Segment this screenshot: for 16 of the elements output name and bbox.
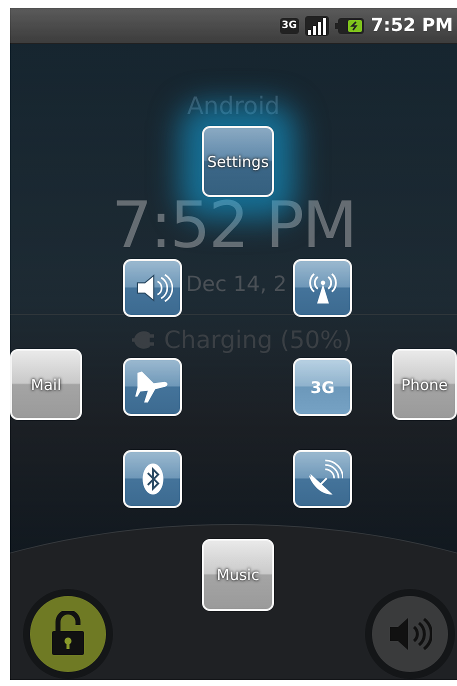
shortcut-tile[interactable]: Music [202, 539, 274, 611]
signal-icon [304, 16, 329, 36]
battery-icon [334, 16, 365, 34]
status-time: 7:52 PM [370, 15, 453, 36]
shortcut-tile[interactable]: Phone [392, 349, 457, 420]
network-type-icon: 3G [280, 18, 299, 34]
clock-time: 7:52 PM [110, 194, 356, 258]
toggle-tile[interactable] [293, 450, 352, 508]
toggle-tile[interactable] [293, 259, 352, 317]
toggle-tile[interactable] [123, 259, 182, 317]
toggle-tile[interactable] [123, 358, 182, 416]
plug-icon [130, 330, 156, 350]
toggle-tile[interactable]: 3G [293, 358, 352, 416]
toggle-tile[interactable] [123, 450, 182, 508]
shortcut-tile[interactable]: Settings [202, 126, 274, 197]
shortcut-tile[interactable]: Mail [10, 349, 82, 420]
